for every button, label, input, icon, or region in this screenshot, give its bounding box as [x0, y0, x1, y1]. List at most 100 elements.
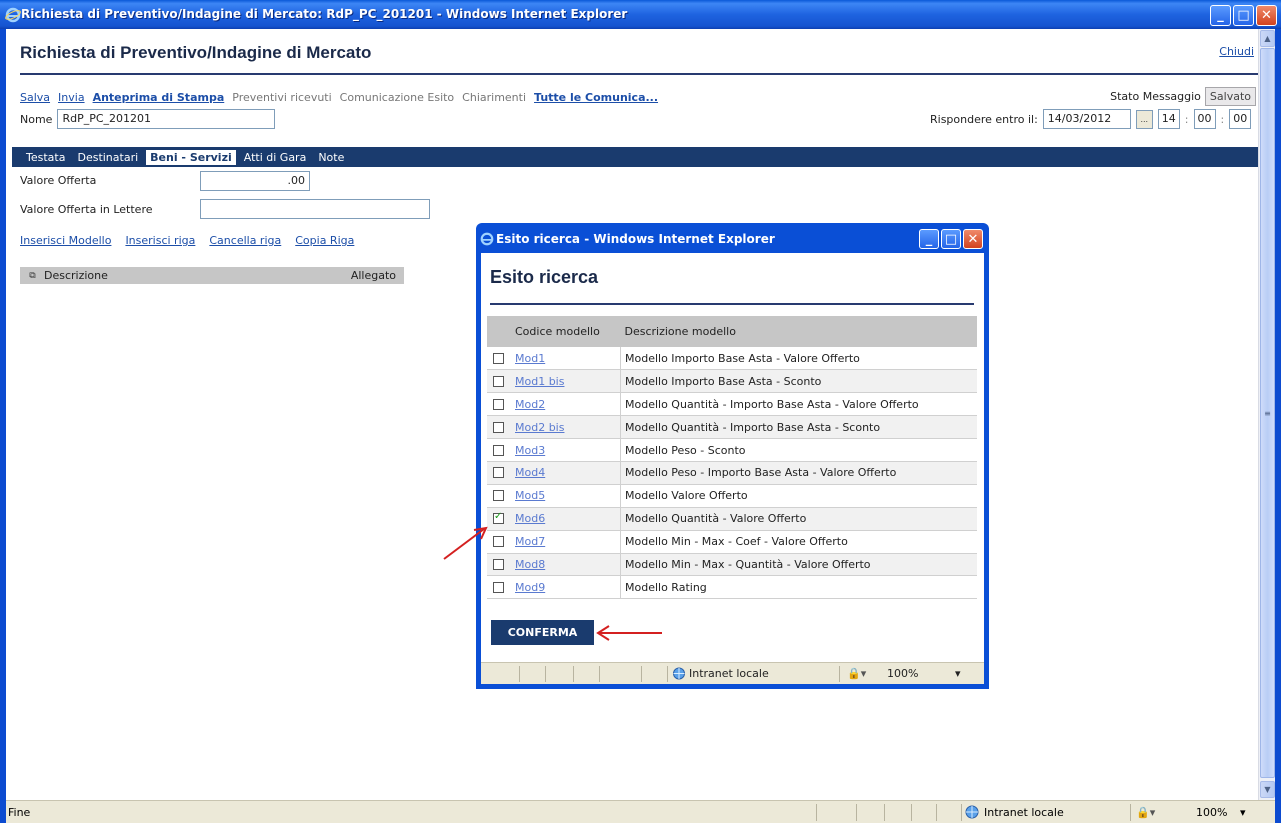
tab-destinatari[interactable]: Destinatari [73, 150, 142, 165]
deadline-label: Rispondere entro il: [930, 112, 1038, 126]
row-checkbox[interactable] [493, 421, 504, 433]
row-select-cell [487, 553, 511, 577]
status-divider [641, 666, 642, 682]
print-preview-link[interactable]: Anteprima di Stampa [93, 91, 225, 104]
close-link[interactable]: Chiudi [1219, 45, 1254, 58]
name-label: Nome [20, 112, 53, 126]
date-picker-button[interactable]: ... [1135, 109, 1153, 129]
scroll-down-button[interactable]: ▼ [1260, 781, 1275, 798]
status-divider [961, 804, 962, 821]
model-code-link[interactable]: Mod1 [515, 352, 545, 365]
table-row: Mod5 Modello Valore Offerto [487, 484, 977, 508]
status-divider [839, 666, 840, 682]
popup-titlebar: Esito ricerca - Windows Internet Explore… [476, 223, 989, 253]
offer-value-field[interactable]: .00 [200, 171, 310, 191]
row-select-cell [487, 392, 511, 417]
tab-note[interactable]: Note [314, 150, 348, 165]
model-code-link[interactable]: Mod1 bis [515, 375, 564, 388]
security-icon[interactable]: 🔒▾ [1136, 806, 1155, 819]
globe-icon [673, 667, 685, 680]
row-checkbox[interactable] [493, 375, 504, 387]
popup-heading-divider [490, 303, 974, 305]
row-checkbox[interactable] [493, 511, 504, 525]
zoom-dropdown-icon[interactable]: ▾ [955, 667, 961, 680]
status-divider [1130, 804, 1131, 821]
insert-row-link[interactable]: Inserisci riga [125, 234, 195, 247]
name-row: Nome RdP_PC_201201 [20, 109, 276, 129]
tab-testata[interactable]: Testata [22, 150, 69, 165]
status-divider [573, 666, 574, 682]
table-row: Mod2 bis Modello Quantità - Importo Base … [487, 415, 977, 440]
popup-zone-label: Intranet locale [689, 667, 769, 680]
model-code-link[interactable]: Mod7 [515, 535, 545, 548]
row-code-cell: Mod4 [511, 461, 621, 485]
save-link[interactable]: Salva [20, 91, 50, 104]
page-scrollbar[interactable]: ▲ ≡ ▼ [1258, 29, 1275, 800]
delete-row-link[interactable]: Cancella riga [209, 234, 281, 247]
row-select-cell [487, 484, 511, 508]
deadline-date-field[interactable]: 14/03/2012 [1042, 109, 1131, 129]
model-code-link[interactable]: Mod4 [515, 466, 545, 479]
model-code-link[interactable]: Mod8 [515, 558, 545, 571]
popup-zoom-level[interactable]: 100% [887, 667, 918, 680]
model-code-link[interactable]: Mod6 [515, 512, 545, 525]
insert-model-link[interactable]: Inserisci Modello [20, 234, 111, 247]
row-checkbox[interactable] [493, 398, 504, 410]
name-field[interactable]: RdP_PC_201201 [57, 109, 276, 129]
hour-field[interactable]: 14 [1157, 109, 1180, 129]
row-checkbox[interactable] [493, 467, 504, 479]
popup-close-button[interactable]: ✕ [963, 229, 983, 249]
popup-minimize-button[interactable]: _ [919, 229, 939, 249]
row-checkbox[interactable] [493, 558, 504, 570]
tab-atti-di-gara[interactable]: Atti di Gara [240, 150, 311, 165]
row-code-cell: Mod9 [511, 575, 621, 600]
offer-words-field[interactable] [200, 199, 430, 219]
copy-row-link[interactable]: Copia Riga [295, 234, 354, 247]
row-checkbox[interactable] [493, 581, 504, 593]
scroll-up-button[interactable]: ▲ [1260, 30, 1275, 47]
table-row: Mod4 Modello Peso - Importo Base Asta - V… [487, 461, 977, 485]
row-actions: Inserisci Modello Inserisci riga Cancell… [20, 234, 354, 247]
popup-maximize-button[interactable]: □ [941, 229, 961, 249]
models-table: Codice modello Descrizione modello Mod1 M… [487, 316, 977, 600]
minute-field[interactable]: 00 [1193, 109, 1216, 129]
table-row: Mod1 Modello Importo Base Asta - Valore O… [487, 347, 977, 371]
row-select-cell [487, 438, 511, 462]
row-code-cell: Mod1 bis [511, 369, 621, 394]
send-link[interactable]: Invia [58, 91, 85, 104]
model-code-link[interactable]: Mod2 bis [515, 421, 564, 434]
model-description: Modello Peso - Importo Base Asta - Valor… [620, 461, 977, 485]
maximize-button[interactable]: □ [1233, 5, 1254, 26]
model-code-link[interactable]: Mod9 [515, 581, 545, 594]
row-checkbox[interactable] [493, 490, 504, 502]
browser-statusbar: Fine Intranet locale 🔒▾ 100% ▾ [6, 800, 1275, 823]
all-communications-link[interactable]: Tutte le Comunica... [534, 91, 658, 104]
status-divider [519, 666, 520, 682]
row-checkbox[interactable] [493, 444, 504, 456]
confirm-button[interactable]: CONFERMA [491, 620, 594, 645]
minimize-icon: _ [925, 231, 933, 247]
close-button[interactable]: ✕ [1256, 5, 1277, 26]
column-description: Descrizione [44, 269, 108, 282]
minimize-button[interactable]: _ [1210, 5, 1231, 26]
second-field[interactable]: 00 [1229, 109, 1252, 129]
zoom-level[interactable]: 100% [1196, 806, 1227, 819]
title-divider [20, 73, 1258, 75]
security-icon[interactable]: 🔒▾ [847, 667, 866, 680]
tab-beni-servizi[interactable]: Beni - Servizi [146, 149, 236, 165]
model-code-link[interactable]: Mod5 [515, 489, 545, 502]
row-checkbox[interactable] [493, 352, 504, 364]
outcome-communication-item: Comunicazione Esito [339, 91, 455, 104]
scroll-thumb[interactable]: ≡ [1260, 48, 1275, 778]
model-code-link[interactable]: Mod2 [515, 398, 545, 411]
row-code-cell: Mod8 [511, 553, 621, 577]
offer-words-label: Valore Offerta in Lettere [20, 203, 153, 216]
table-row: Mod2 Modello Quantità - Importo Base Asta… [487, 392, 977, 417]
row-checkbox[interactable] [493, 536, 504, 548]
status-divider [816, 804, 817, 821]
column-attachment: Allegato [350, 269, 396, 282]
model-code-link[interactable]: Mod3 [515, 444, 545, 457]
row-select-cell [487, 347, 511, 371]
zoom-dropdown-icon[interactable]: ▾ [1240, 806, 1246, 819]
ie-logo-icon [480, 232, 494, 246]
